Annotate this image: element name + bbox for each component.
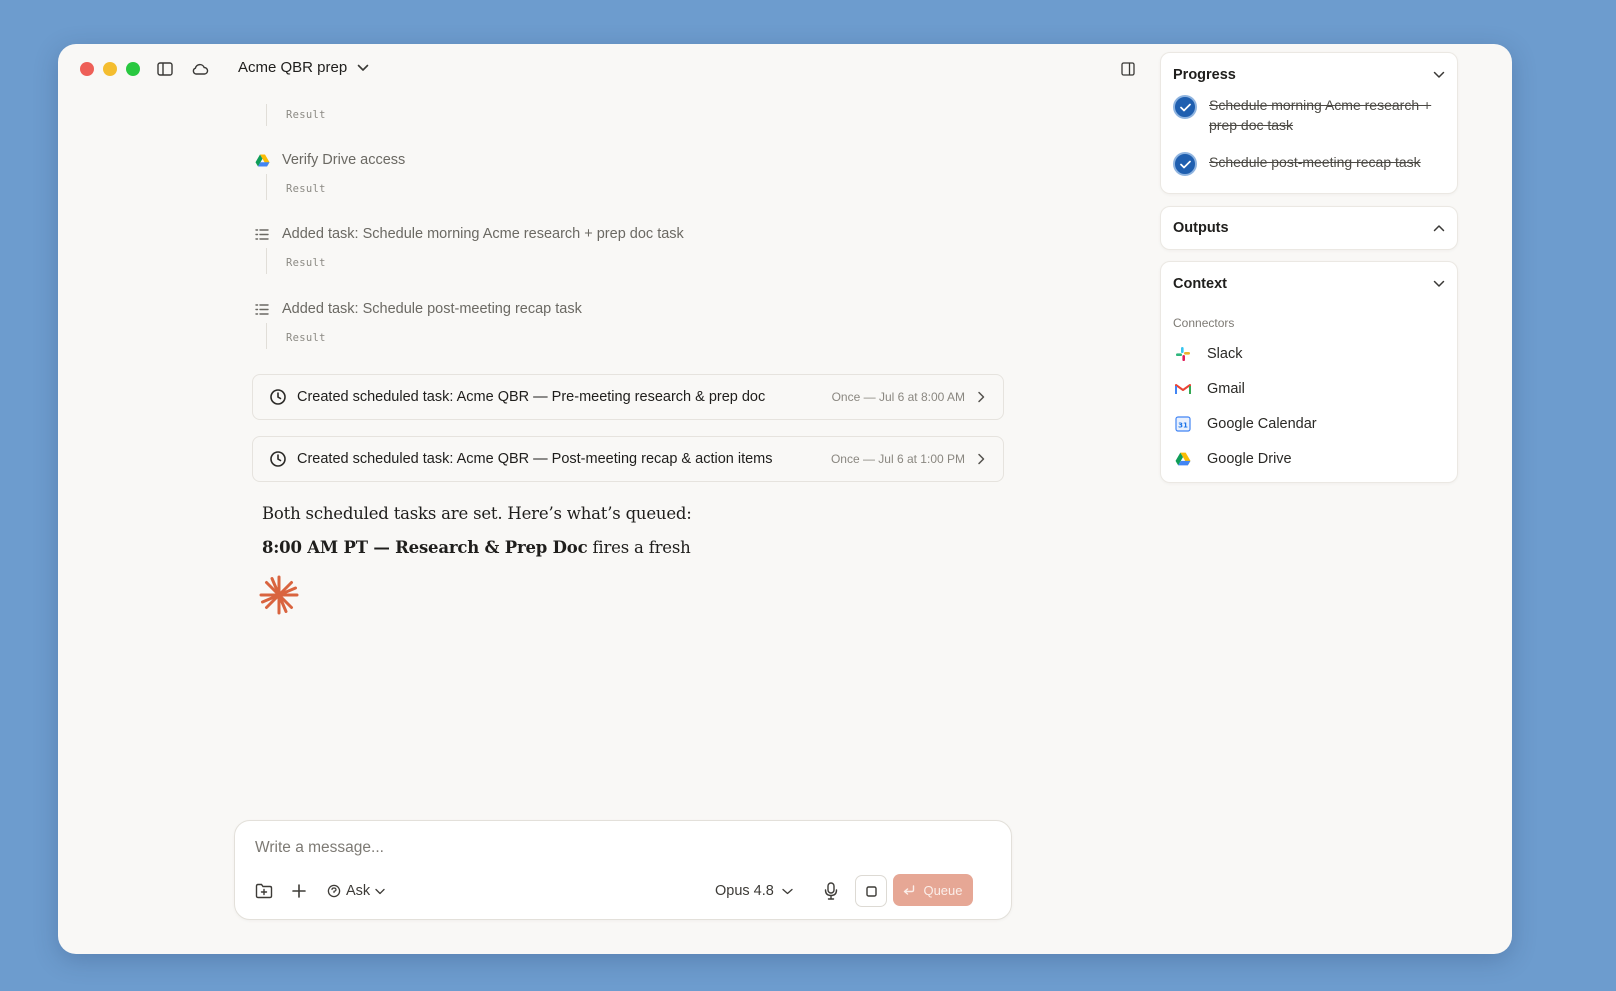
slack-icon bbox=[1173, 344, 1193, 364]
claude-spark-icon bbox=[259, 575, 299, 615]
progress-item-label: Schedule post-meeting recap task bbox=[1209, 154, 1421, 170]
context-title: Context bbox=[1173, 276, 1227, 292]
maximize-window-button[interactable] bbox=[126, 62, 140, 76]
clock-icon bbox=[270, 451, 286, 467]
context-header[interactable]: Context bbox=[1173, 276, 1445, 292]
minimize-window-button[interactable] bbox=[103, 62, 117, 76]
message-text: fires a fresh bbox=[587, 538, 691, 557]
outputs-panel: Outputs bbox=[1160, 206, 1458, 250]
model-label: Opus 4.8 bbox=[715, 883, 774, 899]
timeline-connector bbox=[266, 323, 267, 349]
chevron-down-icon bbox=[782, 888, 793, 894]
app-window: Acme QBR prep Result Verify Drive access… bbox=[58, 44, 1512, 954]
gmail-icon bbox=[1173, 379, 1193, 399]
step-label: Added task: Schedule post-meeting recap … bbox=[282, 301, 582, 317]
clock-icon bbox=[270, 389, 286, 405]
svg-text:31: 31 bbox=[1178, 422, 1188, 430]
timeline-step: Added task: Schedule morning Acme resear… bbox=[254, 226, 684, 242]
google-drive-icon bbox=[1173, 449, 1193, 469]
task-list-icon bbox=[254, 301, 270, 317]
assistant-message-line: 8:00 AM PT — Research & Prep Doc fires a… bbox=[262, 538, 691, 557]
chevron-right-icon bbox=[978, 391, 985, 403]
step-label: Added task: Schedule morning Acme resear… bbox=[282, 226, 684, 242]
timeline-connector bbox=[266, 104, 267, 126]
connector-name: Slack bbox=[1207, 346, 1243, 362]
timeline-step: Added task: Schedule post-meeting recap … bbox=[254, 301, 582, 317]
plus-icon bbox=[292, 884, 306, 898]
outputs-header[interactable]: Outputs bbox=[1173, 220, 1445, 236]
hand-icon bbox=[327, 884, 341, 898]
step-result[interactable]: Result bbox=[286, 109, 326, 121]
chevron-right-icon bbox=[978, 453, 985, 465]
close-window-button[interactable] bbox=[80, 62, 94, 76]
timeline-connector bbox=[266, 174, 267, 200]
progress-item-label: Schedule morning Acme research + prep do… bbox=[1209, 97, 1432, 133]
connector-name: Gmail bbox=[1207, 381, 1245, 397]
queue-button[interactable]: Queue bbox=[893, 874, 973, 906]
stop-icon bbox=[865, 885, 877, 897]
google-calendar-icon: 31 bbox=[1173, 414, 1193, 434]
stop-button[interactable] bbox=[855, 875, 887, 907]
mode-label: Ask bbox=[346, 883, 371, 899]
message-composer: Ask Opus 4.8 Queue bbox=[234, 820, 1012, 920]
progress-item: Schedule post-meeting recap task bbox=[1173, 152, 1445, 176]
google-drive-icon bbox=[254, 152, 270, 168]
timeline-connector bbox=[266, 248, 267, 274]
progress-title: Progress bbox=[1173, 67, 1236, 83]
add-folder-button[interactable] bbox=[253, 877, 275, 905]
step-label: Verify Drive access bbox=[282, 152, 406, 168]
checkmark-icon bbox=[1173, 152, 1197, 176]
connector-name: Google Drive bbox=[1207, 451, 1292, 467]
window-controls bbox=[80, 62, 140, 76]
connector-gmail[interactable]: Gmail bbox=[1173, 379, 1245, 399]
step-result[interactable]: Result bbox=[286, 257, 326, 269]
project-title-dropdown[interactable]: Acme QBR prep bbox=[238, 59, 369, 76]
checkmark-icon bbox=[1173, 95, 1197, 119]
task-card-label: Created scheduled task: Acme QBR — Pre-m… bbox=[297, 389, 766, 405]
chevron-down-icon bbox=[357, 64, 369, 71]
voice-input-button[interactable] bbox=[820, 877, 842, 905]
task-card-label: Created scheduled task: Acme QBR — Post-… bbox=[297, 451, 773, 467]
chevron-down-icon bbox=[1433, 280, 1445, 287]
model-selector[interactable]: Opus 4.8 bbox=[715, 877, 793, 905]
chevron-down-icon bbox=[375, 888, 385, 894]
message-input[interactable] bbox=[255, 835, 955, 861]
scheduled-task-card[interactable]: Created scheduled task: Acme QBR — Post-… bbox=[252, 436, 1004, 482]
progress-item: Schedule morning Acme research + prep do… bbox=[1173, 95, 1445, 135]
task-card-schedule: Once — Jul 6 at 8:00 AM bbox=[831, 390, 965, 404]
connector-google-calendar[interactable]: 31 Google Calendar bbox=[1173, 414, 1317, 434]
task-card-schedule: Once — Jul 6 at 1:00 PM bbox=[830, 452, 965, 466]
chevron-down-icon bbox=[1433, 71, 1445, 78]
project-title: Acme QBR prep bbox=[238, 59, 348, 76]
return-icon bbox=[904, 885, 915, 895]
connectors-label: Connectors bbox=[1173, 316, 1235, 330]
progress-header[interactable]: Progress bbox=[1173, 67, 1445, 83]
context-panel: Context Connectors Slack Gmail 31 Google… bbox=[1160, 261, 1458, 483]
message-bold-text: 8:00 AM PT — Research & Prep Doc bbox=[262, 538, 588, 557]
microphone-icon bbox=[824, 882, 838, 900]
queue-label: Queue bbox=[923, 882, 963, 898]
sidebar-toggle-icon[interactable] bbox=[156, 60, 174, 78]
connector-slack[interactable]: Slack bbox=[1173, 344, 1242, 364]
connector-name: Google Calendar bbox=[1207, 416, 1317, 432]
chevron-up-icon bbox=[1433, 225, 1445, 232]
panel-toggle-icon[interactable] bbox=[1119, 60, 1137, 78]
scheduled-task-card[interactable]: Created scheduled task: Acme QBR — Pre-m… bbox=[252, 374, 1004, 420]
timeline-step: Verify Drive access bbox=[254, 152, 405, 168]
step-result[interactable]: Result bbox=[286, 183, 326, 195]
progress-panel: Progress Schedule morning Acme research … bbox=[1160, 52, 1458, 194]
cloud-icon[interactable] bbox=[191, 60, 209, 78]
step-result[interactable]: Result bbox=[286, 332, 326, 344]
connector-google-drive[interactable]: Google Drive bbox=[1173, 449, 1292, 469]
outputs-title: Outputs bbox=[1173, 220, 1229, 236]
add-attachment-button[interactable] bbox=[289, 877, 309, 905]
assistant-message-line: Both scheduled tasks are set. Here’s wha… bbox=[262, 504, 692, 523]
task-list-icon bbox=[254, 226, 270, 242]
folder-plus-icon bbox=[255, 883, 273, 899]
mode-selector[interactable]: Ask bbox=[327, 877, 385, 905]
